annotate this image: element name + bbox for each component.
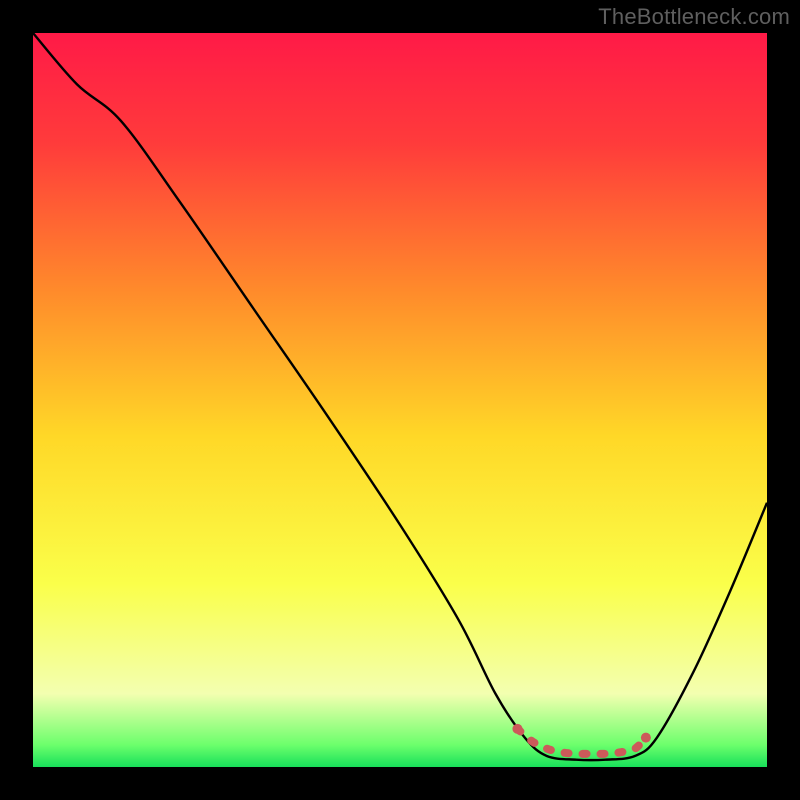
chart-frame: TheBottleneck.com [0, 0, 800, 800]
watermark-text: TheBottleneck.com [598, 4, 790, 30]
gradient-background [33, 33, 767, 767]
bottleneck-chart [0, 0, 800, 800]
